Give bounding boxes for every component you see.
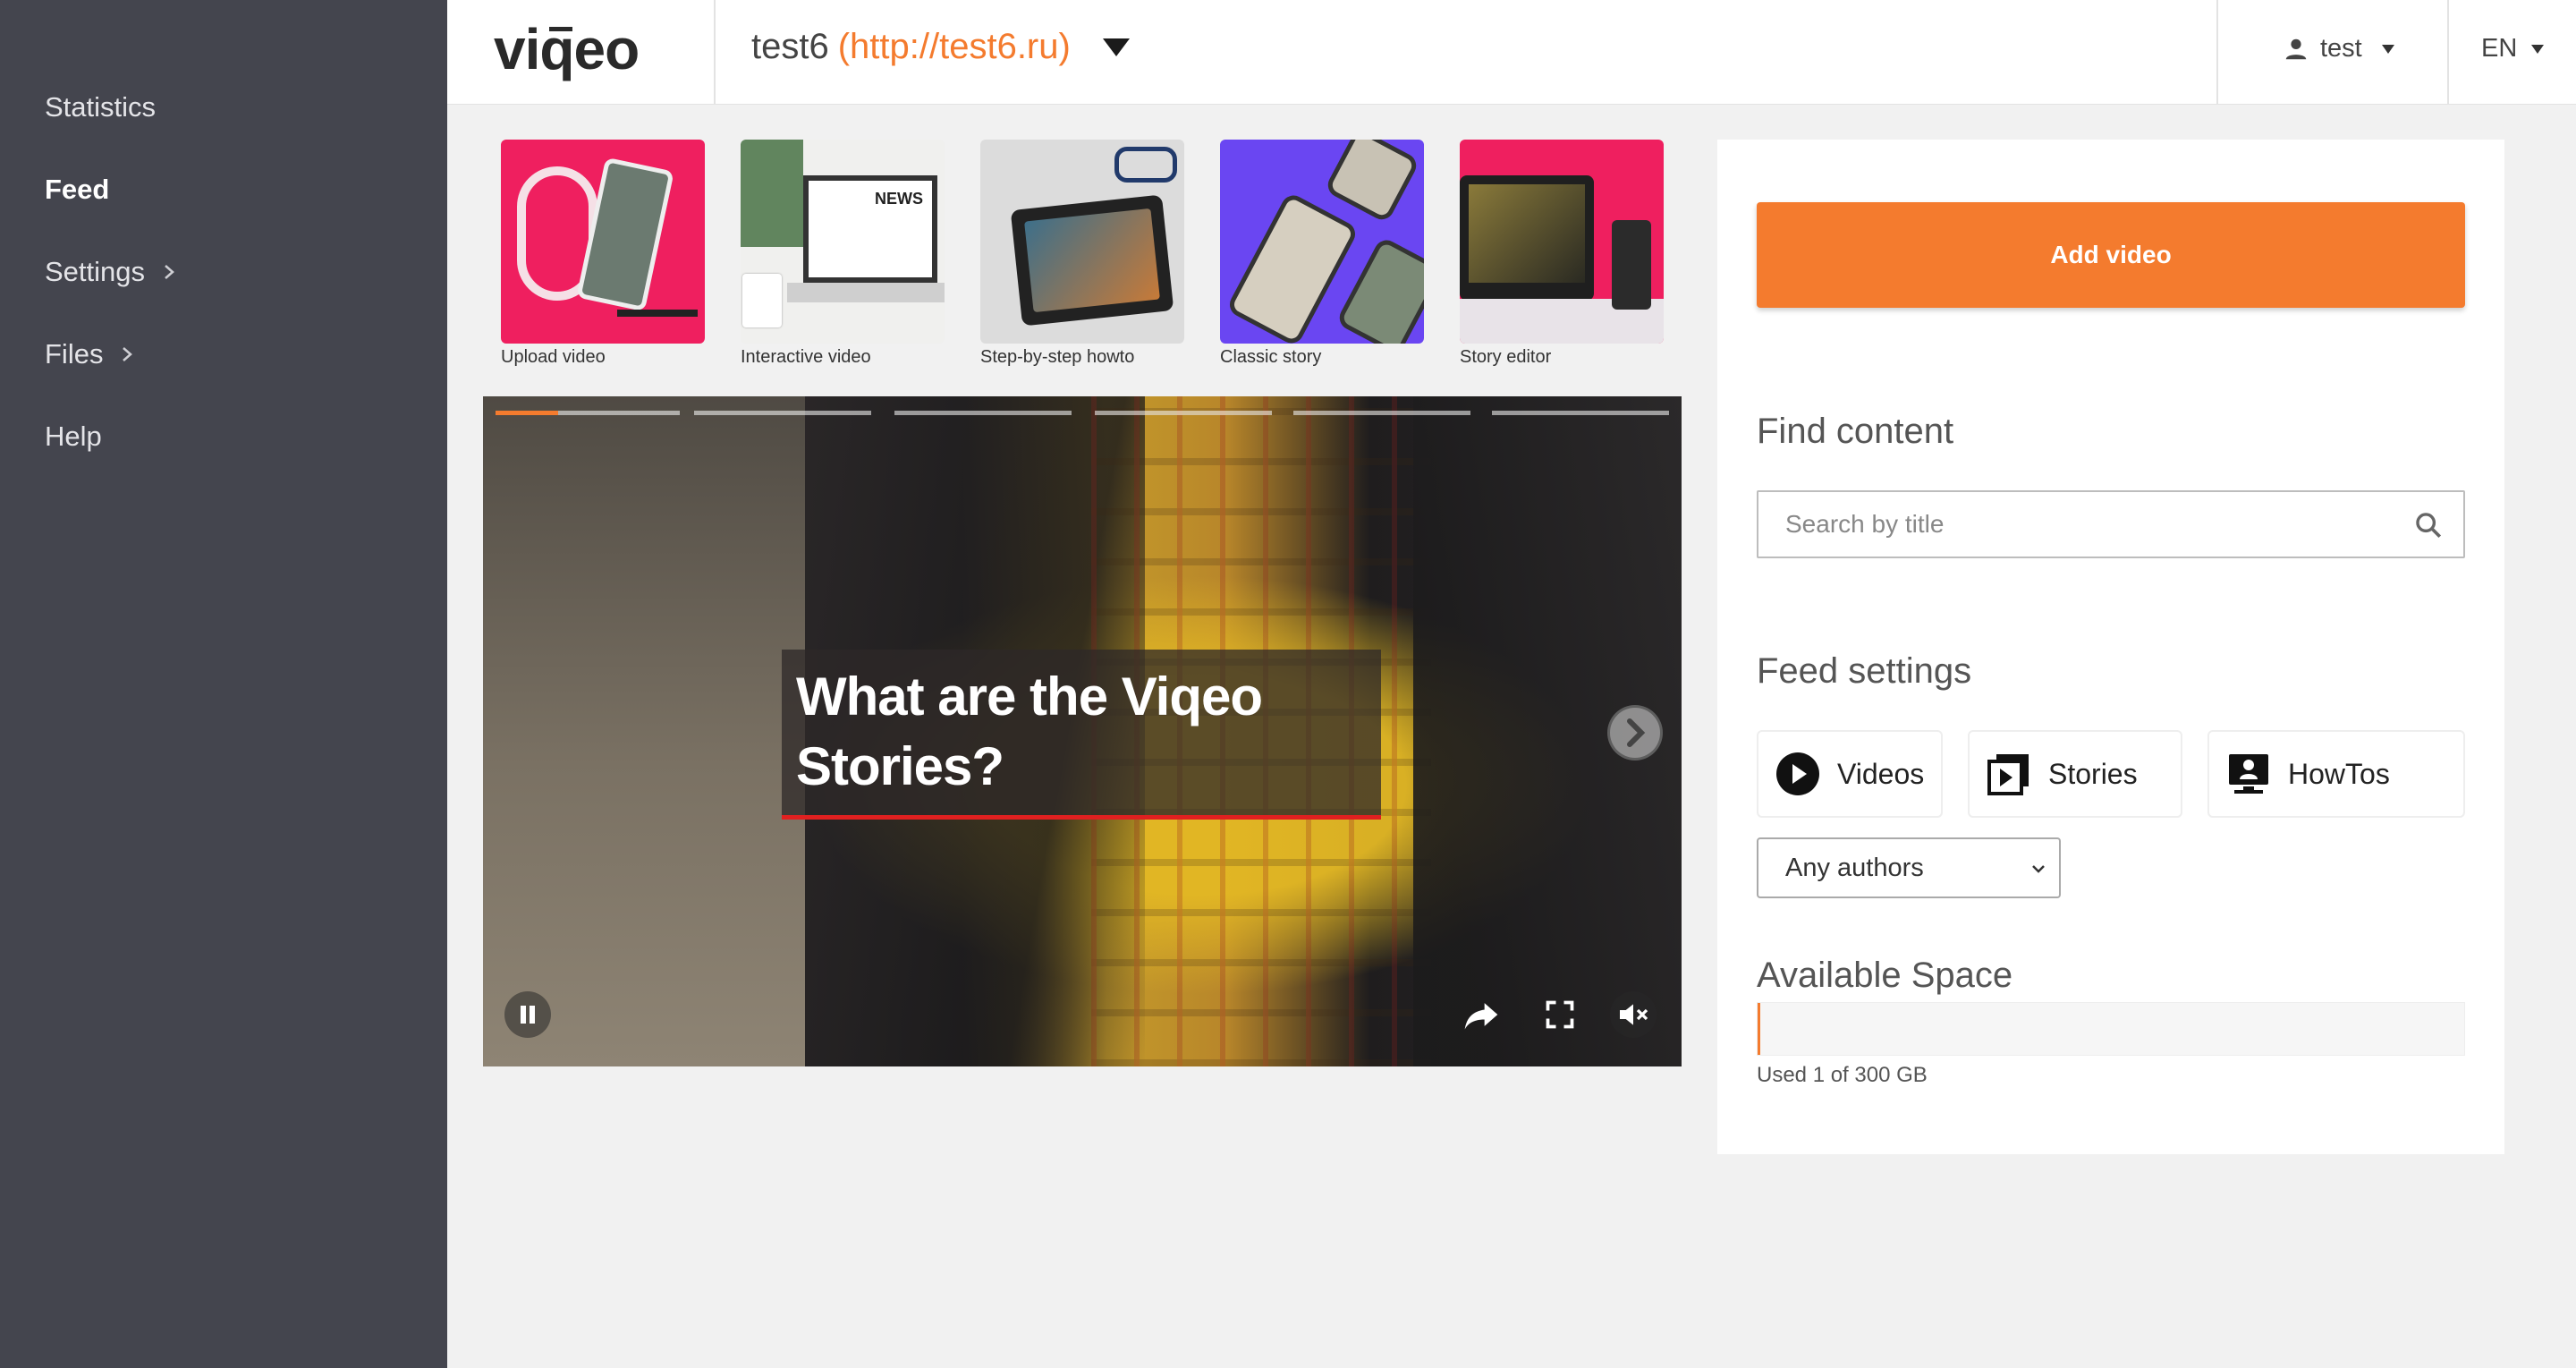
pause-button[interactable] — [504, 991, 551, 1038]
fullscreen-icon — [1546, 1000, 1574, 1029]
available-space-heading: Available Space — [1757, 956, 2013, 995]
authors-select-value: Any authors — [1785, 853, 1924, 882]
mute-button[interactable] — [1610, 991, 1657, 1038]
share-icon — [1464, 1003, 1498, 1030]
right-panel: Add video Find content Feed settings Vid… — [1717, 140, 2504, 1154]
language-menu[interactable]: EN — [2481, 34, 2545, 64]
sidebar-item-statistics[interactable]: Statistics — [45, 91, 156, 123]
template-label: Classic story — [1220, 347, 1322, 367]
story-progress-segment — [1492, 411, 1669, 415]
background-ground — [483, 396, 805, 1066]
feed-filter-label: Videos — [1837, 757, 1925, 790]
template-label: Story editor — [1460, 347, 1552, 367]
caret-down-icon — [2531, 44, 2545, 54]
sidebar-item-help[interactable]: Help — [45, 421, 102, 453]
volume-muted-icon — [1620, 1004, 1648, 1025]
feed-filter-videos[interactable]: Videos — [1757, 730, 1943, 818]
add-video-button[interactable]: Add video — [1757, 202, 2465, 308]
story-title-line: Stories? — [796, 736, 1004, 796]
sidebar-item-files[interactable]: Files — [45, 338, 137, 370]
sidebar-item-label: Help — [45, 421, 102, 452]
template-story-editor[interactable]: Story editor — [1460, 140, 1664, 368]
chevron-right-icon — [123, 347, 133, 361]
sidebar-item-label: Feed — [45, 174, 110, 205]
find-content-heading: Find content — [1757, 412, 1954, 451]
sidebar-item-label: Settings — [45, 256, 146, 287]
template-thumbnail — [501, 140, 705, 344]
storage-usage-fill — [1758, 1003, 1760, 1055]
pause-icon — [521, 1006, 535, 1024]
search-input[interactable] — [1760, 494, 2404, 555]
chevron-down-icon — [2032, 865, 2045, 873]
story-title-box: What are the Viqeo Stories? — [782, 650, 1381, 820]
user-icon — [2285, 38, 2307, 59]
feed-filter-label: Stories — [2048, 757, 2138, 790]
site-url: (http://test6.ru) — [837, 27, 1071, 66]
top-header: viqeo test6 (http://test6.ru) test EN — [447, 0, 2576, 105]
site-selector[interactable]: test6 (http://test6.ru) — [751, 27, 1130, 67]
template-label: Upload video — [501, 347, 606, 367]
sidebar-item-feed[interactable]: Feed — [45, 174, 109, 206]
play-circle-icon — [1776, 752, 1819, 795]
story-progress-segment — [496, 411, 680, 415]
howto-icon — [2229, 754, 2268, 794]
user-name: test — [2320, 34, 2362, 63]
next-story-button[interactable] — [1607, 705, 1663, 760]
logo-accent — [549, 27, 572, 31]
story-player[interactable]: What are the Viqeo Stories? — [483, 396, 1682, 1066]
chevron-right-icon — [1627, 718, 1646, 747]
story-title-line: What are the Viqeo — [796, 667, 1263, 726]
user-menu[interactable]: test — [2283, 34, 2394, 64]
template-thumbnail — [1220, 140, 1424, 344]
search-icon[interactable] — [2413, 510, 2444, 540]
language-code: EN — [2481, 34, 2518, 63]
template-classic-story[interactable]: Classic story — [1220, 140, 1424, 368]
template-thumbnail — [980, 140, 1184, 344]
sidebar-item-label: Files — [45, 338, 104, 370]
site-name: test6 — [751, 27, 829, 66]
feed-filter-stories[interactable]: Stories — [1968, 730, 2182, 818]
template-label: Interactive video — [741, 347, 871, 367]
authors-select[interactable]: Any authors — [1757, 837, 2061, 898]
stories-icon — [1987, 754, 2029, 795]
sidebar-item-settings[interactable]: Settings — [45, 256, 179, 288]
header-divider — [714, 0, 716, 105]
fullscreen-button[interactable] — [1537, 991, 1583, 1038]
feed-filter-label: HowTos — [2288, 757, 2390, 790]
header-divider — [2216, 0, 2218, 105]
storage-usage-text: Used 1 of 300 GB — [1757, 1063, 1928, 1087]
search-box — [1757, 490, 2465, 558]
caret-down-icon — [2381, 44, 2394, 54]
template-interactive-video[interactable]: NEWS Interactive video — [741, 140, 945, 368]
sidebar: Statistics Feed Settings Files Help — [0, 0, 447, 1368]
story-progress-segment — [894, 411, 1072, 415]
share-button[interactable] — [1458, 991, 1504, 1038]
story-progress-segment — [1293, 411, 1470, 415]
feed-filter-howtos[interactable]: HowTos — [2207, 730, 2465, 818]
story-title: What are the Viqeo Stories? — [796, 662, 1263, 802]
template-thumbnail: NEWS — [741, 140, 945, 344]
template-thumbnail — [1460, 140, 1664, 344]
storage-usage-bar — [1757, 1002, 2465, 1056]
sidebar-item-label: Statistics — [45, 91, 157, 123]
template-step-by-step-howto[interactable]: Step-by-step howto — [980, 140, 1184, 368]
template-label: Step-by-step howto — [980, 347, 1135, 367]
template-upload-video[interactable]: Upload video — [501, 140, 705, 368]
dropdown-triangle-icon — [1102, 38, 1130, 56]
header-divider — [2447, 0, 2449, 105]
story-progress-segment — [694, 411, 871, 415]
feed-settings-heading: Feed settings — [1757, 651, 1972, 691]
story-progress-segment — [1095, 411, 1272, 415]
chevron-right-icon — [165, 265, 174, 279]
